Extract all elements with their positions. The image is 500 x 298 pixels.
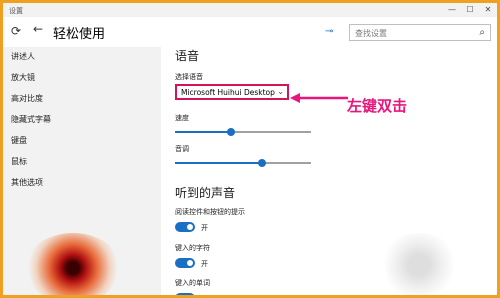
speed-slider[interactable]: [175, 128, 311, 136]
search-input[interactable]: 查找设置 ⌕: [349, 24, 491, 41]
sidebar: 讲述人 放大镜 高对比度 隐藏式字幕 键盘 鼠标 其他选项: [3, 47, 161, 295]
pitch-slider-thumb[interactable]: [258, 159, 267, 167]
toggle-typed-words[interactable]: [175, 293, 195, 295]
sidebar-item-other-options[interactable]: 其他选项: [11, 177, 43, 188]
pitch-slider-fill: [175, 162, 263, 164]
voice-dropdown-value: Microsoft Huihui Desktop: [181, 88, 275, 97]
close-button[interactable]: ✕: [479, 3, 497, 17]
title-bar: 设置 — ☐ ✕: [3, 3, 497, 17]
annotation-arrow-icon: [290, 93, 348, 103]
pitch-label: 音调: [175, 145, 189, 153]
annotation-text: 左键双击: [347, 97, 408, 115]
page-title: 轻松使用: [53, 27, 106, 42]
voice-dropdown[interactable]: Microsoft Huihui Desktop ⌄: [175, 84, 289, 100]
sidebar-item-mouse[interactable]: 鼠标: [11, 156, 27, 167]
minimize-button[interactable]: —: [443, 3, 461, 17]
toggle-label-typed-words: 键入的单词: [175, 279, 210, 287]
toggle-label-typed-chars: 键入的字符: [175, 244, 210, 252]
back-arrow-icon[interactable]: ←: [33, 22, 43, 36]
sidebar-item-keyboard[interactable]: 键盘: [11, 135, 27, 146]
select-voice-label: 选择语音: [175, 73, 203, 81]
toggle-typed-chars[interactable]: [175, 258, 195, 268]
search-icon[interactable]: ⌕: [479, 27, 485, 38]
decorative-red-blob: [25, 233, 121, 295]
search-placeholder: 查找设置: [355, 29, 387, 38]
decorative-gray-blob: [379, 233, 459, 295]
ease-of-access-icon: ⟳: [11, 24, 22, 38]
window-title: 设置: [9, 7, 23, 15]
chevron-down-icon: ⌄: [277, 87, 284, 96]
settings-window: 设置 — ☐ ✕ ⟳ ← 轻松使用 ⊸ 查找设置 ⌕ 讲述人 放大镜 高对比度 …: [0, 0, 500, 298]
sidebar-item-high-contrast[interactable]: 高对比度: [11, 93, 43, 104]
toggle-state-control-hints: 开: [201, 224, 208, 232]
sidebar-item-closed-captions[interactable]: 隐藏式字幕: [11, 114, 51, 125]
toggle-knob: [187, 224, 193, 230]
voice-section-title: 语音: [175, 49, 200, 63]
speed-slider-thumb[interactable]: [226, 128, 235, 136]
sidebar-item-magnifier[interactable]: 放大镜: [11, 72, 35, 83]
toggle-label-control-hints: 阅读控件和按钮的提示: [175, 208, 245, 216]
toggle-state-typed-chars: 开: [201, 260, 208, 268]
sidebar-item-narrator[interactable]: 讲述人: [11, 51, 35, 62]
speed-label: 速度: [175, 114, 189, 122]
toggle-state-typed-words: 开: [201, 294, 208, 295]
main-content: 语音 选择语音 Microsoft Huihui Desktop ⌄ 速度 音调…: [161, 47, 497, 295]
sounds-section-title: 听到的声音: [175, 186, 236, 200]
toggle-control-hints[interactable]: [175, 222, 195, 232]
header: ⟳ ← 轻松使用 ⊸ 查找设置 ⌕: [3, 17, 497, 47]
speed-slider-fill: [175, 131, 231, 133]
toggle-knob: [187, 260, 193, 266]
pitch-slider[interactable]: [175, 159, 311, 167]
maximize-button[interactable]: ☐: [461, 3, 479, 17]
pin-icon[interactable]: ⊸: [325, 26, 333, 37]
